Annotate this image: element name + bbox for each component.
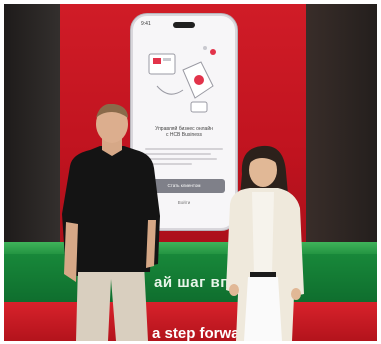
woman-figure [222, 144, 322, 341]
dark-wall-left [4, 4, 62, 254]
man-figure [56, 104, 168, 341]
phone-notch [173, 22, 195, 28]
event-photo: 9:41 Управляй бизнес онлайн с HCB Busine… [4, 4, 377, 341]
phone-status-time: 9:41 [141, 21, 151, 27]
